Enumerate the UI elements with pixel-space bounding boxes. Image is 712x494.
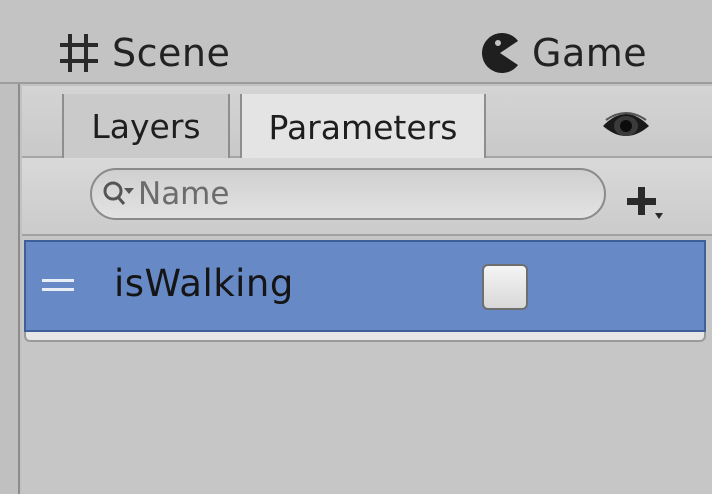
tab-layers-label: Layers [91,106,201,146]
parameter-row[interactable]: isWalking [24,240,706,332]
search-input[interactable] [138,176,578,212]
left-panel-edge [0,84,20,494]
search-field[interactable] [90,168,606,220]
animator-panel: Layers Parameters Name isWalking [22,86,712,494]
tab-parameters-label: Parameters [268,107,458,147]
window-tab-bar: Scene Game [0,0,712,84]
parameter-name: isWalking [114,262,294,305]
tab-game-label: Game [532,31,648,75]
tab-scene[interactable]: Scene [56,26,230,80]
search-icon[interactable] [102,179,136,209]
panel-header: Layers Parameters [22,86,712,160]
pacman-icon [478,31,522,75]
eye-icon[interactable] [600,108,652,144]
tab-scene-label: Scene [112,31,231,75]
tab-layers[interactable]: Layers [62,94,230,158]
tab-parameters[interactable]: Parameters [240,94,486,160]
tab-game[interactable]: Game [478,26,647,80]
drag-handle-icon[interactable] [42,276,74,296]
search-row [22,158,712,236]
list-footer [24,332,706,342]
parameter-list: isWalking [22,240,712,342]
plus-icon [627,187,663,219]
add-parameter-button[interactable] [622,180,668,226]
grid-icon [56,30,102,76]
parameter-bool-checkbox[interactable] [482,264,528,310]
